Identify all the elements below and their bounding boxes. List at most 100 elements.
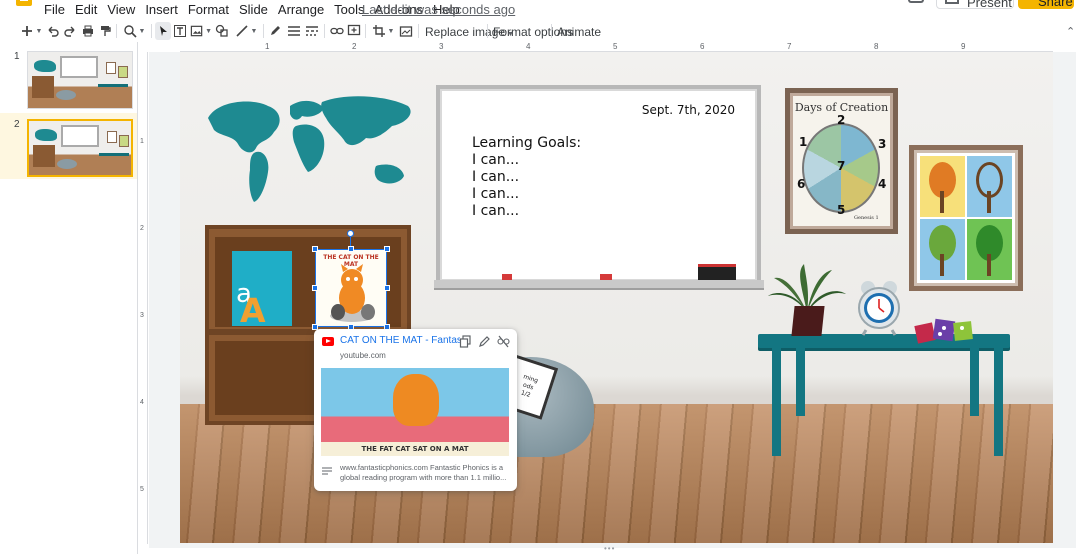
present-button[interactable]: Present — [936, 0, 1014, 10]
days-of-creation-poster[interactable]: Days of Creation 1 2 3 4 5 6 7 Genesis 1 — [785, 88, 898, 234]
share-button[interactable]: Share — [1018, 0, 1074, 9]
rotate-handle[interactable] — [347, 230, 354, 237]
menu-tools[interactable]: Tools — [334, 2, 364, 17]
toolbar-divider — [551, 24, 552, 38]
cat-illustration — [330, 264, 375, 322]
remove-link-icon[interactable] — [497, 335, 510, 348]
paint-format-button[interactable] — [98, 22, 112, 40]
shape-icon — [215, 24, 228, 37]
seasons-trees-poster[interactable] — [909, 145, 1023, 291]
ruler-tick: 3 — [140, 312, 144, 319]
resize-handle[interactable] — [384, 285, 390, 291]
comment-history-icon[interactable] — [908, 0, 924, 3]
whiteboard-tray — [434, 280, 764, 290]
resize-handle[interactable] — [312, 246, 318, 252]
line-icon — [235, 25, 248, 37]
undo-button[interactable] — [46, 22, 60, 40]
new-slide-button[interactable]: ▼ — [18, 22, 44, 40]
horizontal-ruler[interactable]: 1 2 3 4 5 6 7 8 9 — [180, 42, 1053, 52]
cat-on-mat-image[interactable]: THE CAT ON THE MAT — [315, 249, 387, 327]
alphabet-card[interactable]: Aa — [232, 251, 292, 330]
ruler-tick: 9 — [961, 42, 966, 51]
menu-insert[interactable]: Insert — [145, 2, 178, 17]
ruler-tick: 3 — [439, 42, 444, 51]
learning-goals-title: Learning Goals: — [472, 135, 582, 151]
resize-handle[interactable] — [312, 285, 318, 291]
table-leg — [796, 346, 805, 416]
video-thumbnail[interactable]: THE FAT CAT SAT ON A MAT — [321, 368, 509, 456]
table-leg — [970, 346, 979, 416]
print-button[interactable] — [81, 22, 95, 40]
menu-file[interactable]: File — [44, 2, 65, 17]
mask-image-button[interactable] — [399, 22, 413, 40]
day-number: 6 — [797, 177, 806, 191]
zoom-button[interactable]: ▼ — [121, 22, 147, 40]
plant-pot — [791, 306, 825, 336]
add-comment-button[interactable] — [347, 22, 361, 40]
day-number: 3 — [878, 137, 887, 151]
redo-button[interactable] — [63, 22, 77, 40]
link-domain: youtube.com — [340, 351, 386, 360]
crop-button[interactable]: ▼ — [370, 22, 396, 40]
description-icon — [322, 467, 332, 475]
toolbar-divider — [263, 24, 264, 38]
learning-goals-text[interactable]: Learning Goals: I can... I can... I can.… — [472, 135, 581, 220]
menu-arrange[interactable]: Arrange — [278, 2, 324, 17]
print-icon — [83, 25, 93, 37]
slide-thumbnail-2[interactable]: 2 — [0, 113, 137, 179]
table-leg — [994, 346, 1003, 456]
insert-link-button[interactable] — [329, 22, 345, 40]
activity-chevron-icon[interactable]: ⌃ — [875, 0, 884, 8]
insert-image-button[interactable]: ▼ — [190, 22, 212, 40]
border-dash-button[interactable] — [305, 22, 319, 40]
resize-handle[interactable] — [348, 246, 354, 252]
resize-handle[interactable] — [384, 246, 390, 252]
ruler-tick: 6 — [700, 42, 705, 51]
collapse-toolbar-icon[interactable]: ⌃ — [1066, 25, 1075, 38]
uppercase-letter: A — [240, 291, 266, 330]
link-preview-card: CAT ON THE MAT - Fantas... youtube.com T… — [314, 329, 517, 491]
select-tool-button[interactable] — [155, 22, 171, 40]
animate-button[interactable]: Animate — [557, 25, 601, 39]
world-map-image[interactable] — [198, 88, 420, 206]
goal-line: I can... — [472, 169, 520, 185]
vertical-ruler[interactable]: 1 2 3 4 5 — [138, 52, 148, 544]
plus-icon — [21, 26, 32, 36]
edit-link-icon[interactable] — [478, 335, 491, 348]
border-weight-button[interactable] — [287, 22, 301, 40]
toolbar-divider — [324, 24, 325, 38]
link-title[interactable]: CAT ON THE MAT - Fantas... — [340, 335, 460, 346]
whiteboard[interactable]: Sept. 7th, 2020 Learning Goals: I can...… — [436, 85, 761, 285]
alphabet-letters: Aa — [236, 271, 266, 330]
redo-icon — [64, 26, 75, 37]
line-button[interactable]: ▼ — [233, 22, 259, 40]
text-box-button[interactable] — [173, 22, 187, 40]
pencil-icon — [271, 26, 280, 35]
slide-canvas[interactable]: Sept. 7th, 2020 Learning Goals: I can...… — [180, 52, 1053, 543]
goal-line: I can... — [472, 203, 520, 219]
menu-format[interactable]: Format — [188, 2, 229, 17]
menu-view[interactable]: View — [107, 2, 135, 17]
menu-slide[interactable]: Slide — [239, 2, 268, 17]
border-dash-icon — [306, 26, 318, 36]
slide-filmstrip: 1 2 — [0, 42, 138, 554]
last-edit-link[interactable]: Last edit was seconds ago — [362, 2, 515, 17]
menu-edit[interactable]: Edit — [75, 2, 97, 17]
copy-link-icon[interactable] — [459, 335, 472, 348]
whiteboard-date[interactable]: Sept. 7th, 2020 — [642, 103, 735, 117]
poster-reference: Genesis 1 — [854, 215, 879, 221]
alarm-clock[interactable] — [856, 280, 902, 336]
ruler-tick: 2 — [140, 225, 144, 232]
crop-icon — [372, 25, 385, 37]
slides-logo-icon[interactable] — [16, 0, 32, 6]
link-description: www.fantasticphonics.com Fantastic Phoni… — [340, 463, 507, 482]
border-color-button[interactable] — [268, 22, 282, 40]
speaker-notes-grip-icon[interactable]: ••• — [604, 544, 615, 553]
ruler-tick: 1 — [140, 138, 144, 145]
slide-thumbnail-1[interactable]: 1 — [0, 45, 137, 111]
shape-button[interactable] — [215, 22, 229, 40]
red-marker — [502, 274, 512, 280]
dice[interactable] — [914, 314, 978, 346]
menu-bar: File Edit View Insert Format Slide Arran… — [0, 0, 1076, 18]
ruler-tick: 4 — [526, 42, 531, 51]
